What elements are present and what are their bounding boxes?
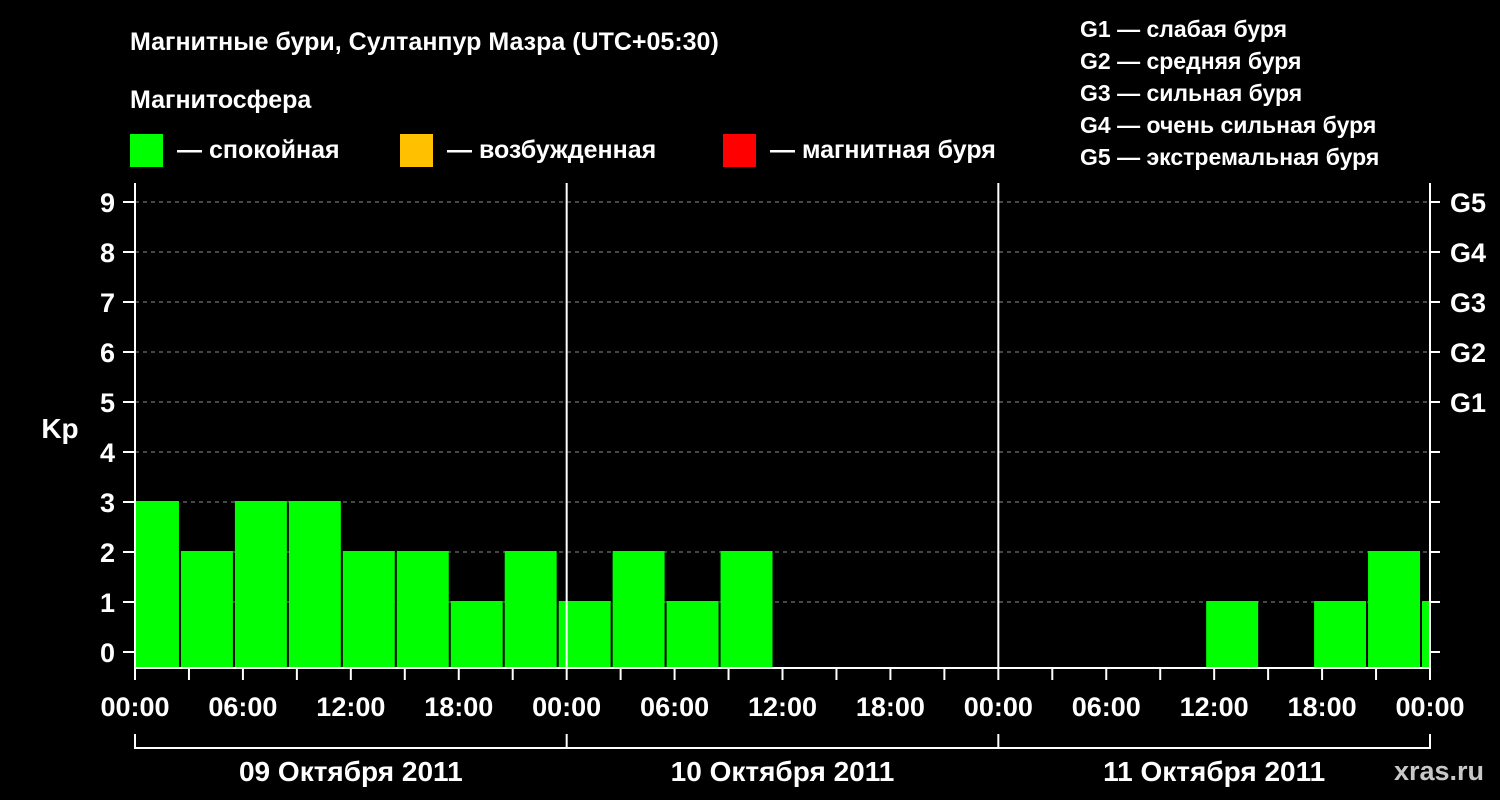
y-tick-label: 3 [100, 488, 115, 518]
day-label: 09 Октября 2011 [239, 756, 463, 787]
section-label: Магнитосфера [130, 86, 312, 114]
legend-label: — спокойная [177, 136, 340, 164]
kp-bar [180, 551, 233, 668]
kp-bar [1206, 601, 1259, 668]
g-level-label: G5 [1450, 188, 1486, 218]
y-axis-label: Kp [41, 413, 78, 444]
legend-label: — возбужденная [447, 136, 656, 164]
day-label: 11 Октября 2011 [1103, 756, 1325, 787]
kp-bar [396, 551, 449, 668]
x-tick-label: 12:00 [748, 692, 817, 722]
storm-level-legend-item: G1 — слабая буря [1080, 16, 1287, 42]
x-tick-label: 18:00 [1288, 692, 1357, 722]
kp-bar [1422, 601, 1429, 668]
y-tick-label: 4 [100, 438, 115, 468]
y-tick-label: 7 [100, 288, 115, 318]
watermark: xras.ru [1394, 756, 1484, 786]
legend-label: — магнитная буря [770, 136, 996, 164]
legend-swatch [723, 134, 756, 167]
y-tick-label: 5 [100, 388, 115, 418]
kp-bar [666, 601, 719, 668]
x-tick-label: 06:00 [1072, 692, 1141, 722]
kp-bar [234, 501, 287, 668]
legend-status: — спокойная — возбужденная — магнитная бур… [130, 134, 996, 167]
kp-bar [612, 551, 665, 668]
kp-bar [1368, 551, 1421, 668]
x-tick-label: 12:00 [1180, 692, 1249, 722]
g-level-label: G3 [1450, 288, 1486, 318]
kp-bar [288, 501, 341, 668]
y-tick-label: 6 [100, 338, 115, 368]
storm-level-legend-item: G4 — очень сильная буря [1080, 112, 1376, 138]
x-tick-label: 00:00 [532, 692, 601, 722]
y-tick-label: 1 [100, 588, 115, 618]
legend-swatch [130, 134, 163, 167]
y-tick-label: 9 [100, 188, 115, 218]
storm-level-legend-item: G5 — экстремальная буря [1080, 144, 1379, 170]
x-tick-label: 00:00 [1395, 692, 1464, 722]
x-tick-label: 00:00 [100, 692, 169, 722]
kp-bar [342, 551, 395, 668]
y-tick-label: 8 [100, 238, 115, 268]
day-label: 10 Октября 2011 [671, 756, 895, 787]
x-tick-label: 00:00 [964, 692, 1033, 722]
kp-bar [504, 551, 557, 668]
x-tick-label: 12:00 [316, 692, 385, 722]
x-tick-label: 06:00 [640, 692, 709, 722]
y-tick-label: 0 [100, 638, 115, 668]
y-tick-label: 2 [100, 538, 115, 568]
kp-bar [136, 501, 179, 668]
kp-bar [1314, 601, 1367, 668]
storm-level-legend-item: G2 — средняя буря [1080, 48, 1301, 74]
x-tick-label: 18:00 [856, 692, 925, 722]
g-level-label: G4 [1450, 238, 1486, 268]
chart-title: Магнитные бури, Султанпур Мазра (UTC+05:… [130, 28, 719, 56]
kp-bar [450, 601, 503, 668]
x-tick-label: 18:00 [424, 692, 493, 722]
x-tick-label: 06:00 [208, 692, 277, 722]
legend-swatch [400, 134, 433, 167]
kp-bar [720, 551, 773, 668]
g-level-label: G1 [1450, 388, 1486, 418]
kp-chart: Магнитные бури, Султанпур Мазра (UTC+05:… [0, 0, 1500, 800]
g-level-label: G2 [1450, 338, 1486, 368]
storm-level-legend-item: G3 — сильная буря [1080, 80, 1302, 106]
